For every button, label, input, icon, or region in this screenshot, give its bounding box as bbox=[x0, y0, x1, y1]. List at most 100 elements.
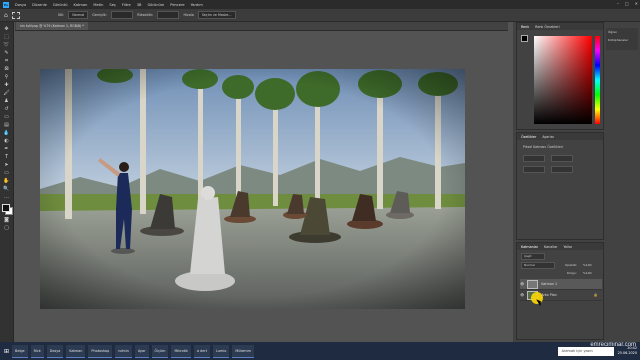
taskbar-item[interactable]: Lumio bbox=[213, 344, 230, 358]
menu-3d[interactable]: 3B bbox=[137, 3, 142, 7]
render-scene bbox=[40, 69, 465, 309]
history-brush-icon[interactable]: ↺ bbox=[3, 106, 11, 113]
learn-button[interactable]: Öğren bbox=[606, 28, 638, 36]
tab-channels[interactable]: Kanallar bbox=[544, 245, 557, 249]
type-icon[interactable]: T bbox=[3, 154, 11, 161]
eye-icon[interactable]: 👁 bbox=[520, 282, 524, 286]
eraser-icon[interactable]: ▭ bbox=[3, 114, 11, 121]
tab-color[interactable]: Renk bbox=[521, 25, 529, 29]
style-label: Stil: bbox=[57, 13, 65, 17]
options-bar: ⌂ Stil: Normal Genişlik: Yükseklik: Hiza… bbox=[0, 9, 640, 22]
pen-icon[interactable]: ✒ bbox=[3, 146, 11, 153]
marquee-tool-icon[interactable] bbox=[11, 11, 20, 19]
zoom-icon[interactable]: 🔍 bbox=[3, 186, 11, 193]
x-field[interactable] bbox=[523, 166, 545, 173]
marquee-icon[interactable]: ⬚ bbox=[3, 34, 11, 41]
lock-icon: 🔒 bbox=[593, 293, 598, 297]
eyedropper-icon[interactable]: ⚲ bbox=[3, 74, 11, 81]
hue-slider[interactable] bbox=[595, 36, 600, 124]
canvas-image[interactable] bbox=[40, 69, 465, 309]
tab-adjustments[interactable]: Ayarlar bbox=[542, 135, 554, 139]
menu-select[interactable]: Seç bbox=[109, 3, 115, 7]
menu-help[interactable]: Yardım bbox=[191, 3, 203, 7]
menu-view[interactable]: Görünüm bbox=[147, 3, 164, 7]
color-picker-field[interactable] bbox=[534, 36, 592, 124]
layer-row[interactable]: 👁 Katman 1 bbox=[520, 279, 602, 290]
color-panel: Renk Renk Örnekleri bbox=[516, 22, 604, 130]
gradient-icon[interactable]: ▤ bbox=[3, 122, 11, 129]
select-and-mask-button[interactable]: Seçim ve Maske... bbox=[197, 11, 236, 19]
move-tool-icon[interactable]: ✥ bbox=[3, 26, 11, 33]
hand-icon[interactable]: ✋ bbox=[3, 178, 11, 185]
menu-type[interactable]: Metin bbox=[93, 3, 103, 7]
foreground-color-swatch[interactable] bbox=[1, 204, 10, 212]
menu-window[interactable]: Pencere bbox=[170, 3, 184, 7]
fg-color-chip[interactable] bbox=[521, 35, 528, 42]
taskbar-item[interactable]: Photoshop bbox=[88, 344, 113, 358]
libraries-button[interactable]: Kütüphaneler bbox=[606, 36, 638, 44]
screen-mode-icon[interactable]: ▢ bbox=[3, 225, 11, 232]
taskbar-item[interactable]: Mikrotik bbox=[171, 344, 191, 358]
brush-icon[interactable]: 🖌 bbox=[3, 90, 11, 97]
height-field[interactable] bbox=[157, 11, 180, 19]
watermark: emreciminar.com bbox=[590, 342, 636, 348]
home-icon[interactable]: ⌂ bbox=[4, 12, 8, 19]
crop-icon[interactable]: ⌗ bbox=[3, 58, 11, 65]
shape-icon[interactable]: ▭ bbox=[3, 170, 11, 177]
blend-mode-select[interactable]: Normal bbox=[521, 262, 555, 269]
menu-filter[interactable]: Filtre bbox=[122, 3, 131, 7]
taskbar-item[interactable]: Rick bbox=[30, 344, 44, 358]
opacity-label: Opaklık: bbox=[565, 263, 578, 267]
healing-brush-icon[interactable]: ✚ bbox=[3, 82, 11, 89]
color-swatches[interactable] bbox=[1, 202, 13, 216]
eye-icon[interactable]: 👁 bbox=[520, 293, 524, 297]
close-icon[interactable]: ✕ bbox=[635, 1, 638, 6]
maximize-icon[interactable]: □ bbox=[625, 1, 629, 6]
blur-icon[interactable]: 💧 bbox=[3, 130, 11, 137]
menu-file[interactable]: Dosya bbox=[15, 3, 26, 7]
fill-value[interactable]: %100 bbox=[583, 271, 592, 275]
tab-properties[interactable]: Özellikler bbox=[521, 135, 536, 139]
tab-swatches[interactable]: Renk Örnekleri bbox=[535, 25, 559, 29]
taskbar-item[interactable]: Dosya bbox=[46, 344, 64, 358]
side-mini-panel: Öğren Kütüphaneler bbox=[606, 28, 638, 50]
menu-image[interactable]: Görüntü bbox=[53, 3, 68, 7]
menu-edit[interactable]: Düzenle bbox=[32, 3, 47, 7]
taskbar-item[interactable]: Katman bbox=[66, 344, 86, 358]
height-field[interactable] bbox=[551, 155, 573, 162]
taskbar: ⊞ Belge Rick Dosya Katman Photoshop ndmi… bbox=[0, 342, 640, 360]
quick-mask-icon[interactable]: ◙ bbox=[3, 217, 11, 224]
more-tools-icon[interactable]: … bbox=[3, 194, 11, 201]
opacity-value[interactable]: %100 bbox=[583, 263, 592, 267]
taskbar-item[interactable]: Ayar bbox=[134, 344, 149, 358]
layer-name: Katman 1 bbox=[541, 282, 558, 286]
tab-layers[interactable]: Katmanlar bbox=[521, 245, 538, 249]
taskbar-item[interactable]: Mükemm bbox=[232, 344, 254, 358]
taskbar-item[interactable]: ndmin bbox=[115, 344, 132, 358]
y-field[interactable] bbox=[551, 166, 573, 173]
taskbar-item[interactable]: a dert bbox=[193, 344, 211, 358]
frame-icon[interactable]: ⊠ bbox=[3, 66, 11, 73]
align-button[interactable]: Hizala bbox=[183, 13, 193, 17]
windows-start-icon[interactable]: ⊞ bbox=[4, 348, 9, 355]
style-select[interactable]: Normal bbox=[68, 11, 89, 19]
document-tab-bar: nin tutf.psp @ %79 (Katman 1, RGB/8) * bbox=[15, 22, 508, 31]
path-select-icon[interactable]: ➤ bbox=[3, 162, 11, 169]
quick-select-icon[interactable]: ✎ bbox=[3, 50, 11, 57]
document-tab[interactable]: nin tutf.psp @ %79 (Katman 1, RGB/8) * bbox=[16, 22, 88, 30]
height-label: Yükseklik: bbox=[136, 13, 154, 17]
width-field[interactable] bbox=[110, 11, 133, 19]
width-field[interactable] bbox=[523, 155, 545, 162]
dodge-icon[interactable]: ◐ bbox=[3, 138, 11, 145]
menu-bar: Ps Dosya Düzenle Görüntü Katman Metin Se… bbox=[0, 0, 640, 9]
stamp-icon[interactable]: ♟ bbox=[3, 98, 11, 105]
width-label: Genişlik: bbox=[92, 13, 107, 17]
tab-paths[interactable]: Yollar bbox=[563, 245, 572, 249]
minimize-icon[interactable]: – bbox=[617, 1, 619, 6]
layer-filter-select[interactable]: Çeşit bbox=[521, 253, 545, 260]
menu-layer[interactable]: Katman bbox=[74, 3, 88, 7]
lasso-icon[interactable]: ➰ bbox=[3, 42, 11, 49]
taskbar-item[interactable]: Belge bbox=[12, 344, 28, 358]
clock-date: 25.06.2020 bbox=[617, 351, 637, 355]
taskbar-item[interactable]: Ölçüm bbox=[151, 344, 169, 358]
